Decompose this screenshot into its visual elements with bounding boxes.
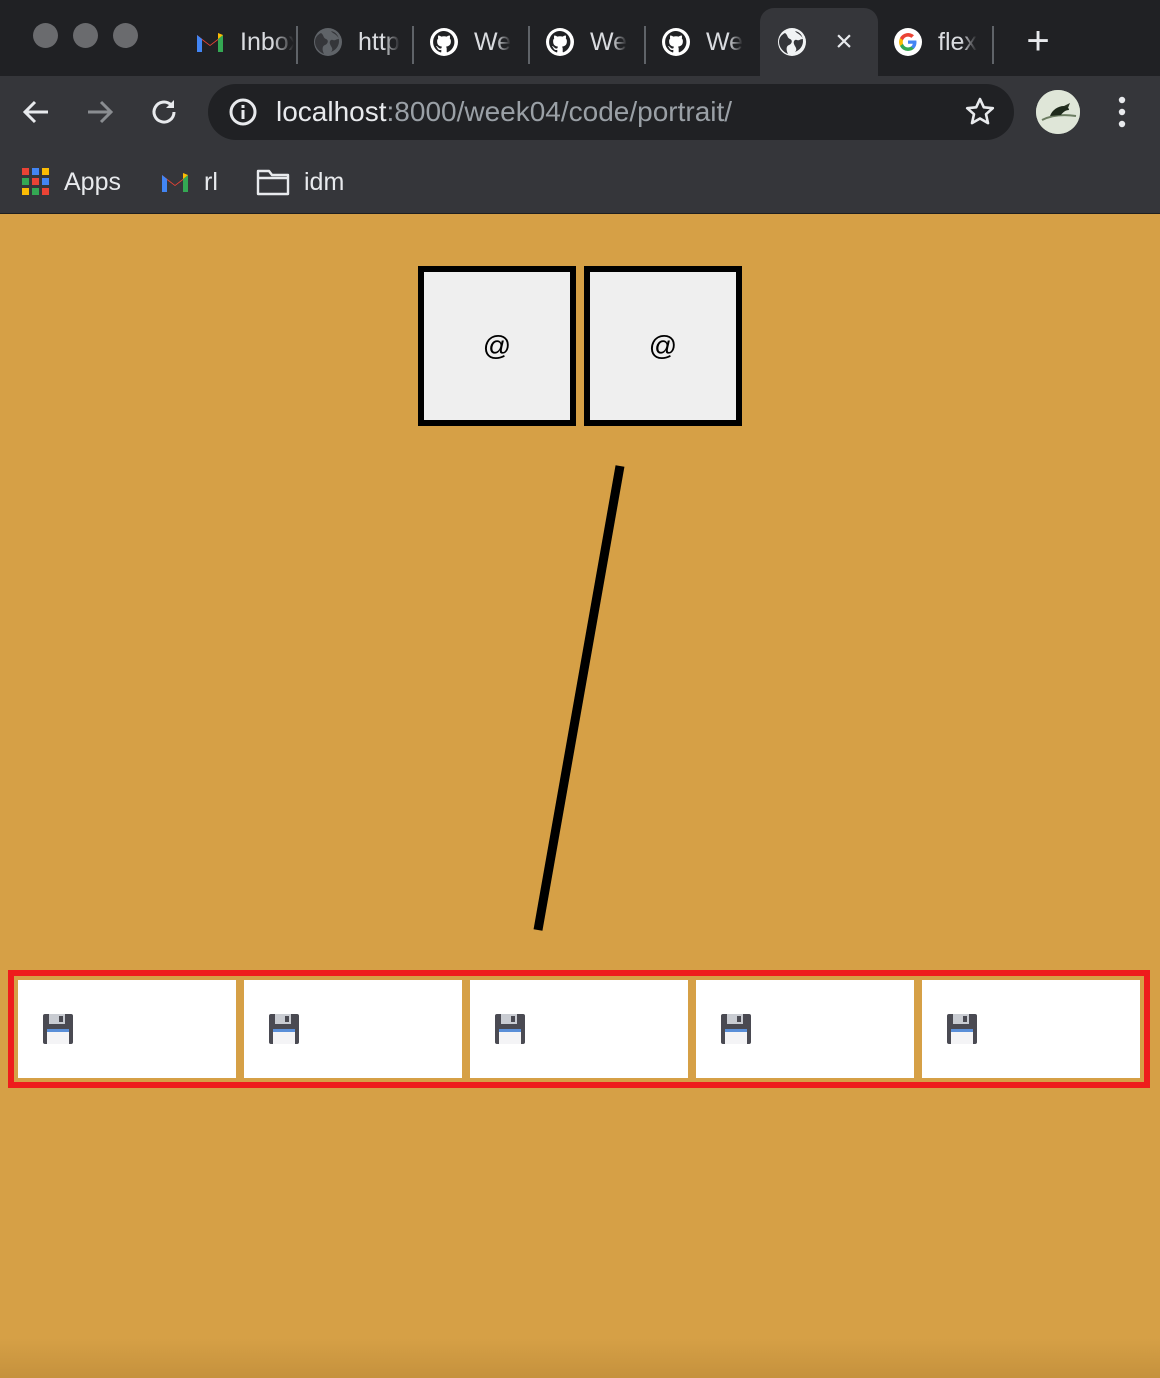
page-bottom-shadow xyxy=(0,1338,1160,1378)
nose-line xyxy=(533,465,625,931)
floppy-disk-icon xyxy=(269,1014,299,1044)
floppy-disk-icon xyxy=(947,1014,977,1044)
strip-cell xyxy=(244,980,462,1078)
mouth-strip xyxy=(8,970,1150,1088)
strip-cell xyxy=(696,980,914,1078)
floppy-disk-icon xyxy=(721,1014,751,1044)
floppy-disk-icon xyxy=(495,1014,525,1044)
strip-cell xyxy=(470,980,688,1078)
strip-cell xyxy=(18,980,236,1078)
floppy-disk-icon xyxy=(43,1014,73,1044)
strip-cell xyxy=(922,980,1140,1078)
